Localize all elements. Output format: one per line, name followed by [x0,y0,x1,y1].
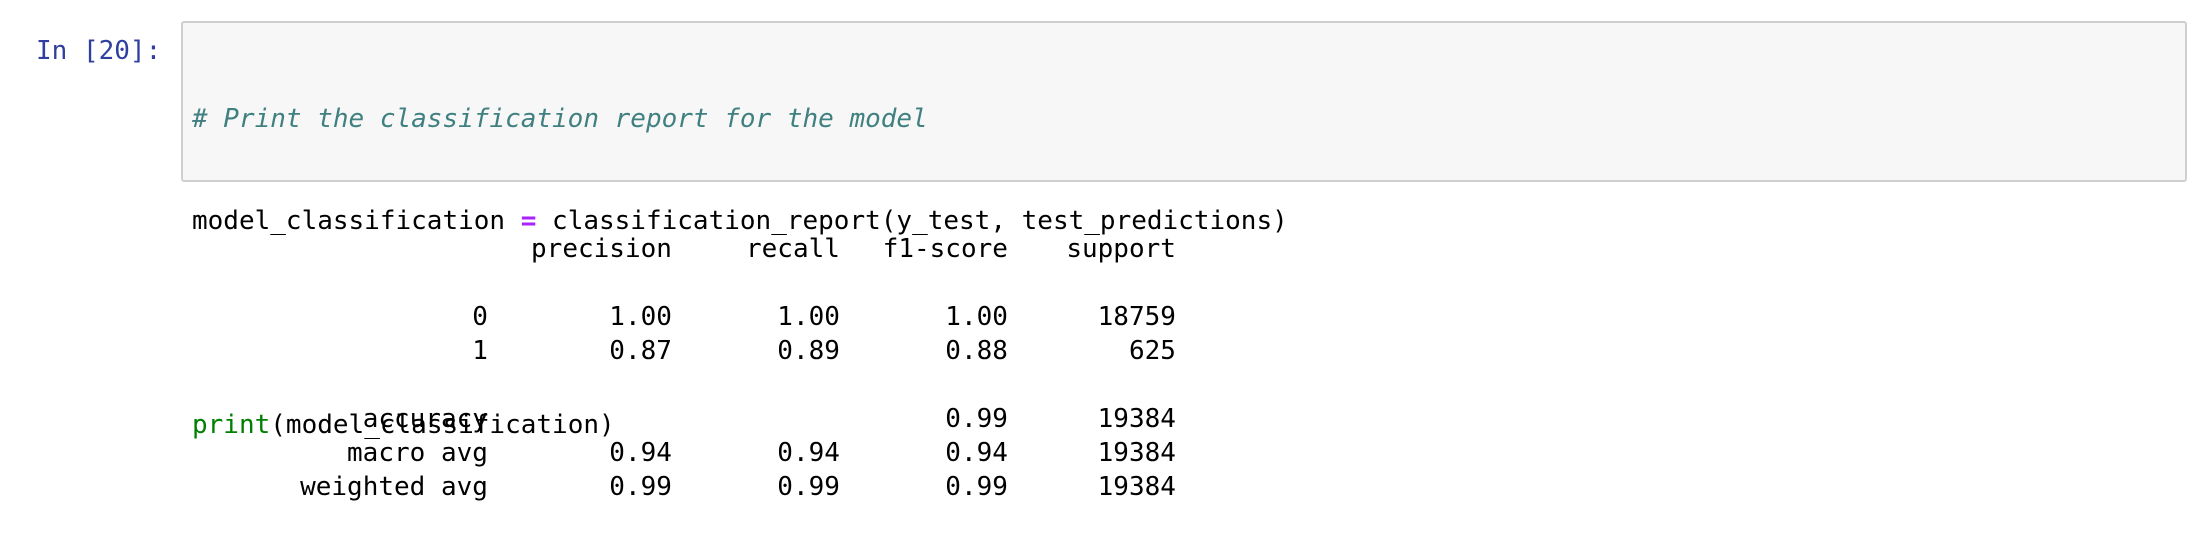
support-value: 18759 [1097,302,1176,332]
cell-output: precision recall f1-score support 0 1.00 1.00… [190,198,1176,502]
precision-value: 0.99 [609,472,672,502]
f1-score-value: 0.99 [945,404,1008,434]
row-label: accuracy [362,404,488,434]
header-precision: precision [531,234,672,264]
row-label: 1 [472,336,488,366]
output-row-accuracy: accuracy 0.99 19384 [190,368,1176,434]
f1-score-value: 1.00 [945,302,1008,332]
row-label: macro avg [347,438,488,468]
support-value: 19384 [1097,438,1176,468]
output-header-row: precision recall f1-score support [190,198,1176,264]
notebook-code-cell: In [20]: # Print the classification repo… [0,0,2210,522]
code-input-area[interactable]: # Print the classification report for th… [181,21,2187,440]
precision-value: 0.87 [609,336,672,366]
code-comment: # Print the classification report for th… [192,104,928,134]
row-label: weighted avg [300,472,488,502]
header-recall: recall [746,234,840,264]
f1-score-value: 0.88 [945,336,1008,366]
support-value: 625 [1128,336,1176,366]
input-prompt: In [20]: [36,36,162,66]
header-f1-score: f1-score [882,234,1008,264]
output-row-class-0: 0 1.00 1.00 1.00 18759 [190,266,1176,332]
recall-value: 0.89 [777,336,840,366]
support-value: 19384 [1097,472,1176,502]
recall-value: 0.94 [777,438,840,468]
f1-score-value: 0.94 [945,438,1008,468]
precision-value: 1.00 [609,302,672,332]
recall-value: 0.99 [777,472,840,502]
header-support: support [1066,234,1176,264]
support-value: 19384 [1097,404,1176,434]
code-line-comment: # Print the classification report for th… [192,102,1288,136]
recall-value: 1.00 [777,302,840,332]
f1-score-value: 0.99 [945,472,1008,502]
row-label: 0 [472,302,488,332]
precision-value: 0.94 [609,438,672,468]
